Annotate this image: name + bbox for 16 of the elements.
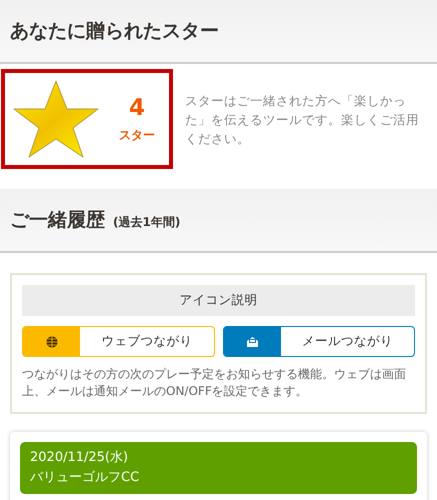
course-name: バリューゴルフCC [30, 469, 140, 487]
section-title: あなたに贈られたスター [10, 19, 219, 44]
legend-title: アイコン説明 [22, 285, 415, 316]
round-date: 2020/11/25(水) [30, 449, 130, 467]
legend-label: ウェブつながり [100, 333, 194, 350]
legend-note: つながりはその方の次のプレー予定をお知らせする機能。ウェブは画面上、メールは通知メールのON/OFFを設定できます。 [22, 366, 407, 400]
star-description: スターはご一緒された方へ「楽しかった」を伝えるツールです。楽しくご活用ください。 [185, 92, 420, 148]
star-count: 4 [128, 94, 145, 120]
round-card[interactable]: 2020/11/25(水) バリューゴルフCC [10, 432, 427, 500]
star-icon [11, 79, 101, 159]
section-subtitle: (過去1年間) [113, 214, 180, 231]
section-title: ご一緒履歴 [10, 208, 105, 233]
legend-label: メールつながり [300, 333, 394, 350]
globe-icon [46, 336, 58, 348]
mail-icon [246, 336, 258, 348]
star-unit: スター [119, 126, 155, 144]
